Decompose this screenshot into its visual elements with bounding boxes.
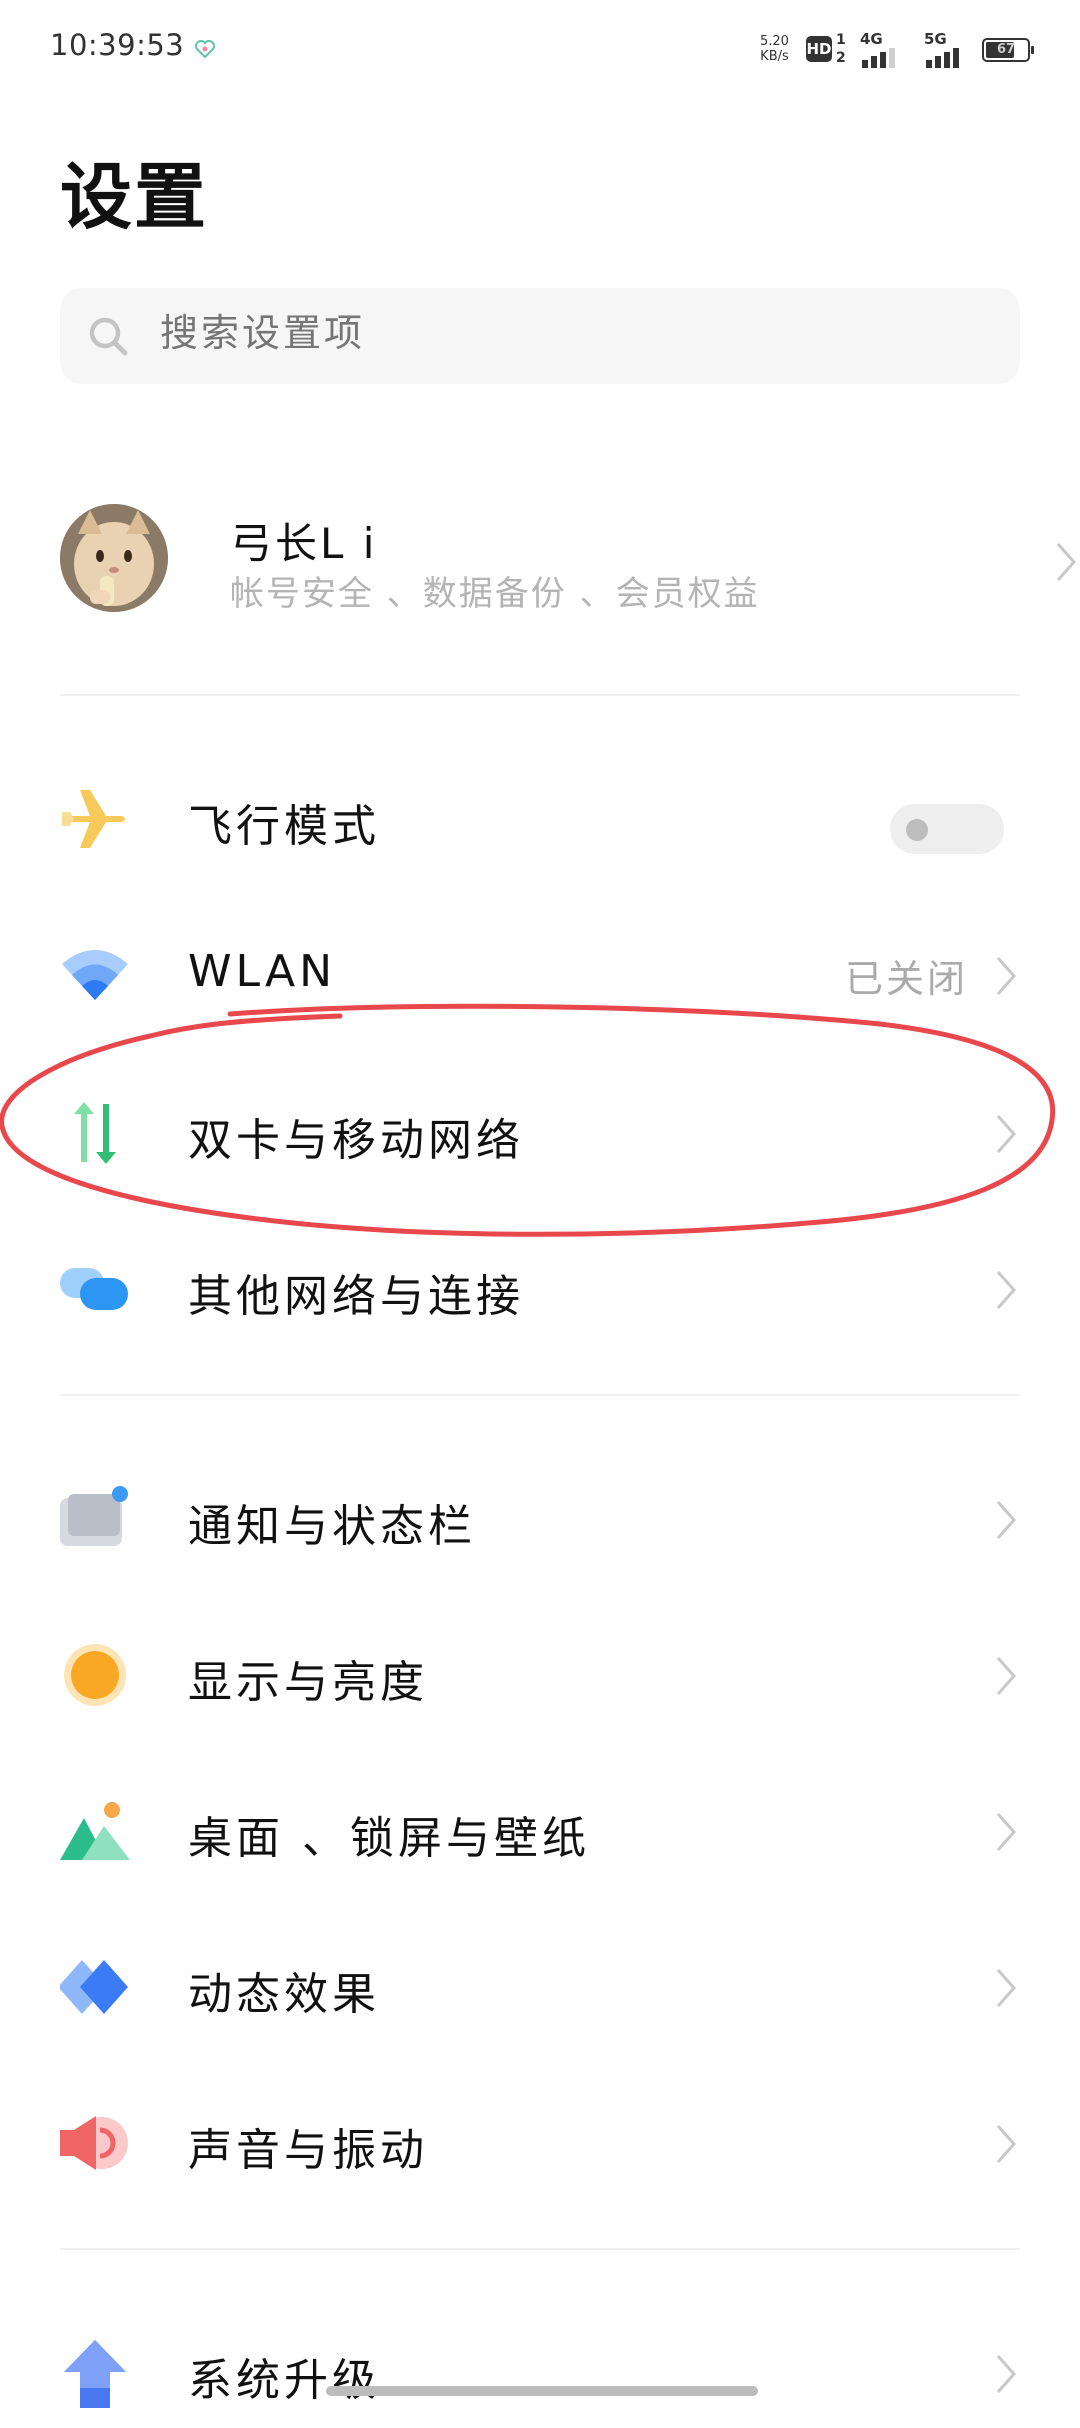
sound-icon [60, 2116, 128, 2170]
chevron-right-icon [996, 2355, 1017, 2393]
search-input[interactable] [158, 310, 962, 356]
settings-item-system-upgrade[interactable]: 系统升级 [0, 2298, 1080, 2428]
network-type-5g: 5G [924, 30, 947, 48]
settings-item-label: 系统升级 [188, 2355, 380, 2406]
settings-item-label: 通知与状态栏 [188, 1501, 476, 1552]
home-indicator[interactable] [326, 2386, 758, 2396]
settings-item-label: 动态效果 [188, 1969, 380, 2020]
settings-item-display-brightness[interactable]: 显示与亮度 [0, 1600, 1080, 1730]
settings-item-label: 双卡与移动网络 [188, 1115, 524, 1166]
settings-item-other-connections[interactable]: 其他网络与连接 [0, 1214, 1080, 1344]
toggle-knob [906, 819, 928, 841]
avatar-image [60, 504, 168, 612]
settings-item-wlan[interactable]: WLAN 已关闭 [0, 900, 1080, 1030]
mobile-data-icon [74, 1102, 116, 1164]
chevron-right-icon [996, 1657, 1017, 1695]
wifi-icon [62, 950, 128, 1000]
chevron-right-icon [996, 1813, 1017, 1851]
battery-level: 67 [996, 42, 1016, 57]
signal-sim2-icon [926, 48, 959, 68]
system-upgrade-icon [64, 2340, 126, 2408]
section-divider [60, 694, 1020, 696]
hd-volte-icon: HD [806, 36, 832, 62]
page-title: 设置 [60, 154, 209, 239]
chevron-right-icon [996, 957, 1017, 995]
settings-item-airplane-mode[interactable]: 飞行模式 [0, 744, 1080, 874]
chevron-right-icon [996, 2125, 1017, 2163]
settings-item-label: 其他网络与连接 [188, 1271, 524, 1322]
airplane-mode-toggle[interactable] [890, 804, 1004, 854]
battery-icon: 67 [982, 38, 1034, 62]
wallpaper-icon [60, 1802, 130, 1860]
airplane-icon [62, 790, 125, 848]
chevron-right-icon [996, 1501, 1017, 1539]
status-time: 10:39:53 [50, 28, 185, 62]
network-type-4g: 4G [860, 30, 883, 48]
brightness-icon [64, 1644, 126, 1706]
account-row[interactable]: 弓长L i 帐号安全 、数据备份 、会员权益 [60, 502, 1077, 614]
account-subtitle: 帐号安全 、数据备份 、会员权益 [230, 574, 760, 614]
status-bar: 10:39:53 5.20 KB/s HD 1 2 4G 5G 67 [0, 0, 1080, 100]
account-name: 弓长L i [230, 519, 378, 568]
sim2-label: 2 [836, 50, 846, 66]
settings-item-label: 显示与亮度 [188, 1657, 428, 1708]
notification-icon [60, 1486, 128, 1546]
settings-item-label: 声音与振动 [188, 2125, 428, 2176]
chevron-right-icon [996, 1271, 1017, 1309]
network-speed-value: 5.20 [760, 34, 789, 49]
section-divider [60, 1394, 1020, 1396]
hd-label: HD [806, 40, 832, 58]
section-divider [60, 2248, 1020, 2250]
search-bar[interactable] [60, 288, 1020, 384]
wlan-status: 已关闭 [844, 957, 968, 1001]
chevron-right-icon [996, 1969, 1017, 2007]
settings-item-desktop-lockscreen-wallpaper[interactable]: 桌面 、锁屏与壁纸 [0, 1756, 1080, 1886]
status-icons: HD 1 2 4G 5G 67 [806, 30, 1036, 70]
avatar[interactable] [60, 504, 168, 612]
connections-icon [60, 1268, 128, 1310]
network-speed: 5.20 KB/s [760, 34, 789, 64]
settings-item-label: 桌面 、锁屏与壁纸 [188, 1813, 590, 1864]
settings-item-label: WLAN [188, 946, 337, 997]
network-speed-unit: KB/s [760, 49, 789, 64]
chevron-right-icon [1056, 543, 1077, 581]
settings-item-notifications-status-bar[interactable]: 通知与状态栏 [0, 1444, 1080, 1574]
settings-item-dual-sim-mobile-network[interactable]: 双卡与移动网络 [0, 1058, 1080, 1188]
animation-icon [60, 1960, 128, 2014]
signal-sim1-icon [862, 48, 895, 68]
settings-item-sound-vibration[interactable]: 声音与振动 [0, 2068, 1080, 2198]
search-icon [89, 317, 128, 356]
chevron-right-icon [996, 1115, 1017, 1153]
settings-item-animation-effects[interactable]: 动态效果 [0, 1912, 1080, 2042]
heart-notification-icon [195, 40, 215, 59]
settings-item-label: 飞行模式 [188, 801, 380, 852]
sim1-label: 1 [836, 32, 846, 48]
